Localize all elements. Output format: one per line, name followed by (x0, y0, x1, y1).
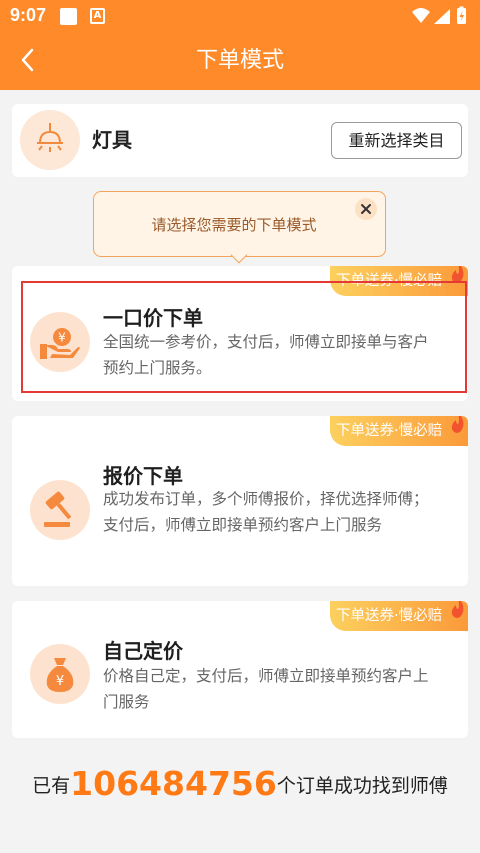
category-icon-wrap (20, 110, 80, 170)
notification-square-icon (60, 8, 77, 25)
reselect-category-button[interactable]: 重新选择类目 (331, 122, 462, 159)
page-title: 下单模式 (195, 48, 284, 73)
svg-text:¥: ¥ (56, 674, 64, 689)
footer-suffix: 个订单成功找到师傅 (276, 775, 448, 797)
option-title: 自己定价 (103, 639, 183, 663)
option-card-quote[interactable]: 下单送券·慢必赔 报价下单 成功发布订单，多个师傅报价，择优选择师傅；支付后，师… (12, 416, 468, 586)
option-card-custom-price[interactable]: 下单送券·慢必赔 ¥ 自己定价 价格自己定，支付后，师傅立即接单预约客户上门服务 (12, 601, 468, 738)
order-count: 106484756 (70, 764, 277, 803)
flame-icon (451, 416, 464, 433)
category-name: 灯具 (92, 128, 132, 152)
app-notification-icon: A (90, 8, 105, 24)
money-bag-icon: ¥ (46, 658, 74, 692)
mode-tip-popover: 请选择您需要的下单模式 (93, 191, 386, 264)
signal-icon (434, 9, 450, 24)
option-title: 报价下单 (103, 464, 183, 488)
app-header: 9:07 A 下单模式 (0, 0, 480, 90)
footer-prefix: 已有 (32, 775, 71, 797)
status-bar: 9:07 A (0, 0, 480, 32)
success-count-footer: 已有106484756个订单成功找到师傅 (0, 764, 480, 806)
wifi-icon (412, 8, 430, 23)
category-card: 灯具 重新选择类目 (12, 104, 468, 177)
promo-badge: 下单送券·慢必赔 (330, 416, 468, 446)
promo-badge: 下单送券·慢必赔 (330, 601, 468, 631)
option-icon-wrap: ¥ (30, 644, 90, 704)
lamp-icon (37, 123, 63, 152)
close-icon[interactable] (355, 198, 377, 220)
status-right-icons (412, 6, 466, 24)
tip-arrow (230, 246, 248, 264)
status-time: 9:07 (10, 5, 47, 25)
selection-highlight (21, 281, 467, 393)
option-description: 成功发布订单，多个师傅报价，择优选择师傅；支付后，师傅立即接单预约客户上门服务 (103, 490, 429, 534)
option-icon-wrap (30, 480, 90, 540)
flame-icon (451, 601, 464, 618)
tip-text: 请选择您需要的下单模式 (151, 216, 317, 234)
option-description: 价格自己定，支付后，师傅立即接单预约客户上门服务 (103, 667, 429, 711)
gavel-icon (44, 491, 72, 527)
